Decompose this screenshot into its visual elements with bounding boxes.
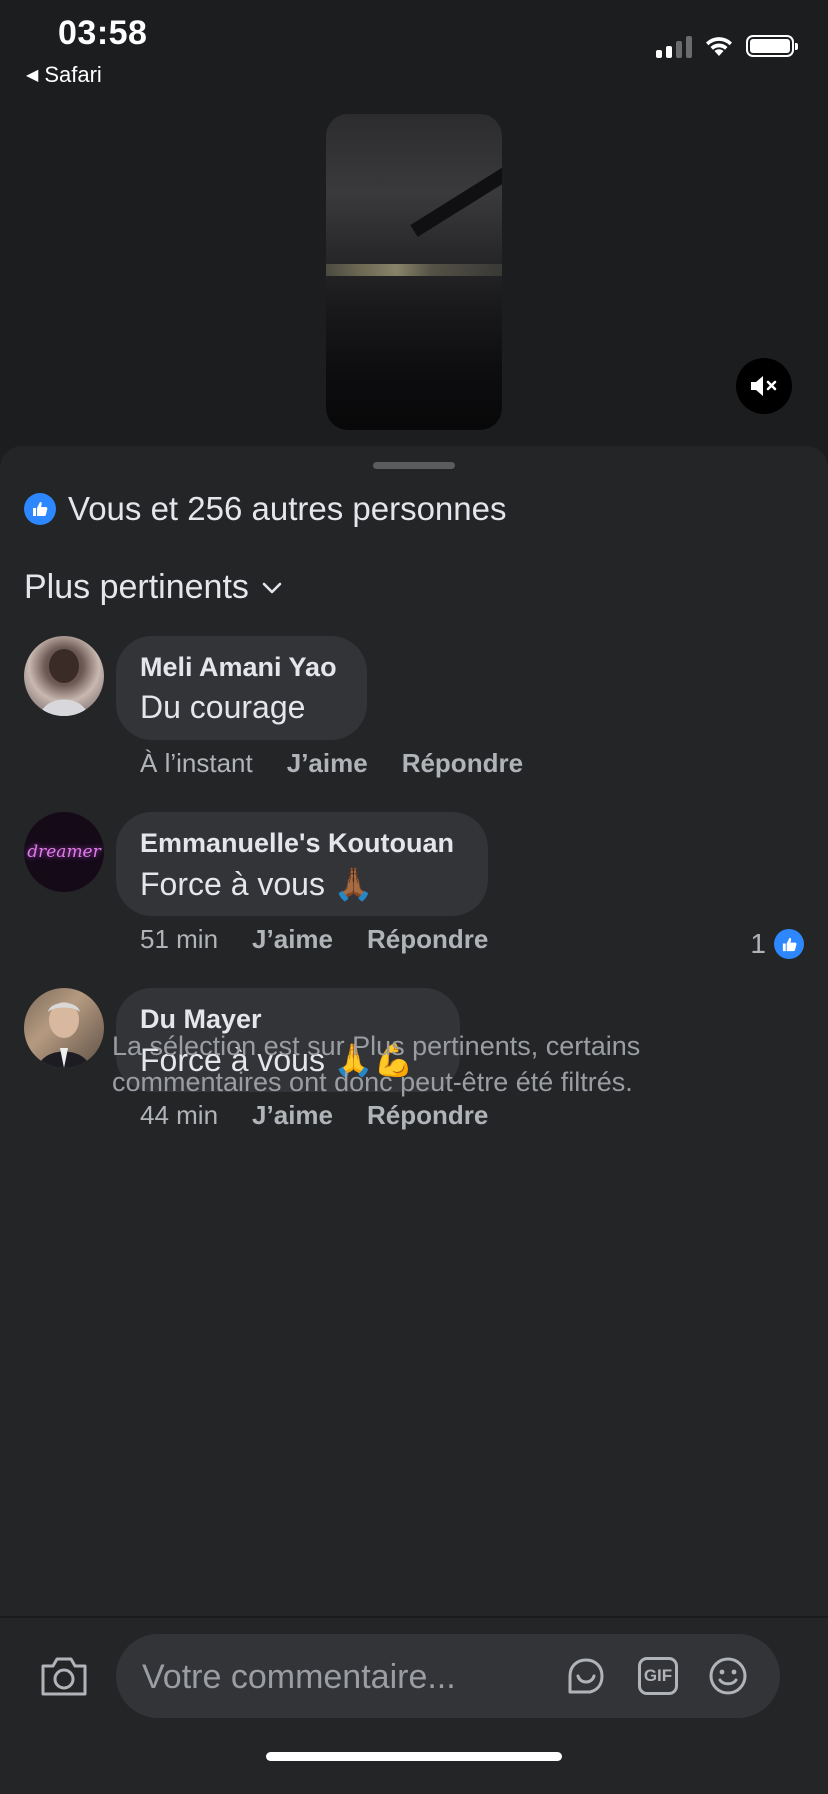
emoji-button[interactable] (706, 1654, 750, 1698)
status-bar: 03:58 ◀ Safari (0, 0, 828, 100)
comment-author[interactable]: Emmanuelle's Koutouan (140, 828, 464, 859)
camera-button[interactable] (36, 1648, 92, 1704)
comment-composer-bar: GIF (0, 1616, 828, 1794)
chevron-down-icon (262, 582, 282, 593)
comment-meta: 44 min J’aime Répondre (140, 1100, 488, 1131)
like-button[interactable]: J’aime (252, 1100, 333, 1131)
battery-icon (746, 35, 798, 57)
likes-summary[interactable]: Vous et 256 autres personnes (24, 490, 506, 528)
clock: 03:58 (58, 14, 148, 52)
comment-text: Du courage (140, 689, 306, 725)
avatar[interactable] (24, 988, 104, 1068)
back-app-label: Safari (44, 62, 102, 87)
back-arrow-icon: ◀ (26, 67, 39, 84)
like-icon (774, 929, 804, 959)
speaker-muted-icon (751, 376, 777, 396)
gif-label: GIF (643, 1666, 673, 1685)
likes-text: Vous et 256 autres personnes (68, 490, 507, 527)
camera-icon (41, 1657, 87, 1696)
comment-author[interactable]: Meli Amani Yao (140, 652, 343, 683)
video-area: 03:58 ◀ Safari (0, 0, 828, 450)
emoji-icon (709, 1657, 747, 1695)
mute-button[interactable] (736, 358, 792, 414)
reply-button[interactable]: Répondre (402, 748, 523, 779)
sort-dropdown[interactable]: Plus pertinents (24, 568, 283, 607)
home-indicator[interactable] (266, 1752, 562, 1761)
cellular-signal-icon (656, 34, 692, 58)
back-to-app-link[interactable]: ◀ Safari (26, 62, 102, 88)
avatar-neon-text: dreamer (27, 842, 101, 862)
comment-time: 44 min (140, 1100, 219, 1130)
gif-button[interactable]: GIF (636, 1654, 680, 1698)
comment-time: À l’instant (140, 748, 253, 778)
avatar[interactable]: dreamer (24, 812, 104, 892)
like-button[interactable]: J’aime (252, 924, 333, 955)
avatar[interactable] (24, 636, 104, 716)
comment-time: 51 min (140, 924, 219, 954)
comment-meta: À l’instant J’aime Répondre (140, 748, 523, 779)
reply-button[interactable]: Répondre (367, 924, 488, 955)
sticker-icon (568, 1658, 604, 1694)
comment-text: Force à vous 🙏🏾 (140, 866, 374, 902)
sticker-button[interactable] (564, 1654, 608, 1698)
reply-button[interactable]: Répondre (367, 1100, 488, 1131)
comment-bubble[interactable]: Meli Amani Yao Du courage (116, 636, 367, 740)
video-thumbnail[interactable] (326, 114, 502, 430)
reaction-summary[interactable]: 1 (750, 928, 804, 960)
like-button[interactable]: J’aime (287, 748, 368, 779)
gif-icon: GIF (638, 1657, 678, 1695)
comments-sheet: Vous et 256 autres personnes Plus pertin… (0, 446, 828, 1792)
reaction-count: 1 (750, 928, 766, 959)
filter-notice: La sélection est sur Plus pertinents, ce… (112, 1031, 641, 1097)
sheet-drag-handle[interactable] (373, 462, 455, 469)
comment-input-wrapper: GIF (116, 1634, 780, 1720)
sort-label: Plus pertinents (24, 568, 249, 606)
wifi-icon (706, 37, 732, 56)
comment-meta: 51 min J’aime Répondre (140, 924, 488, 955)
comment-input[interactable] (140, 1634, 544, 1720)
comment-bubble[interactable]: Emmanuelle's Koutouan Force à vous 🙏🏾 (116, 812, 488, 916)
like-icon (24, 493, 56, 525)
status-icons (656, 34, 798, 58)
